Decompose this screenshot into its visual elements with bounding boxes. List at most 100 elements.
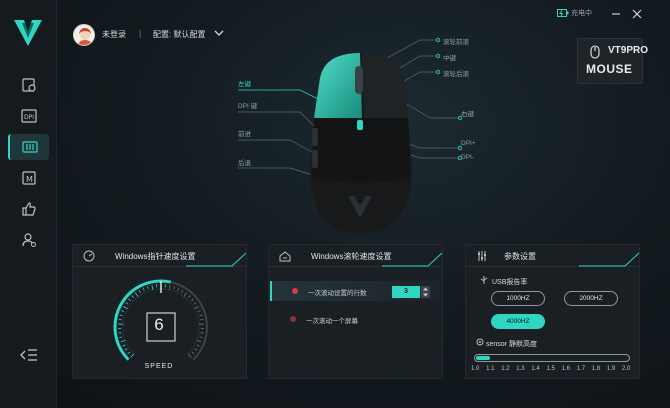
login-status[interactable]: 未登录 (102, 29, 126, 40)
gauge-tick (118, 318, 122, 321)
label-left-key[interactable]: 左键 (238, 78, 251, 88)
svg-text:M: M (26, 175, 33, 184)
sensor-height-label: sensor 静默高度 (486, 341, 537, 348)
sensor-tick-label: 1.6 (561, 366, 570, 372)
pointer-panel-title: Windows指针速度设置 (115, 252, 196, 261)
gauge-tick (200, 318, 204, 321)
gauge-tick (199, 314, 203, 317)
label-dpi-plus[interactable]: DPI+ (461, 140, 476, 147)
settings-page-icon (21, 78, 36, 92)
sidebar: DPI M (0, 0, 57, 408)
pointer-speed-value: 6 (154, 315, 164, 334)
usb-rate-label: USB报告率 (492, 279, 528, 286)
header-separator: | (139, 28, 142, 38)
gauge-tick (168, 284, 171, 290)
label-dpi-minus[interactable]: DPI- (461, 154, 474, 161)
speed-caption: SPEED (144, 363, 174, 370)
label-forward[interactable]: 前进 (238, 128, 251, 138)
sensor-tick-label: 1.8 (591, 366, 601, 372)
sensor-height-slider[interactable] (474, 354, 630, 362)
avatar-icon (78, 28, 92, 45)
sensor-tick-label: 1.2 (501, 366, 510, 372)
rate-button-1000[interactable]: 1000HZ (491, 291, 545, 306)
scroll-option-page[interactable]: 一次滚动一个屏幕 (270, 309, 440, 329)
gauge-tick (191, 351, 195, 355)
sensor-tick-label: 1.9 (606, 366, 616, 372)
radio-on-icon[interactable] (292, 288, 298, 294)
gauge-tick (194, 306, 199, 310)
sidebar-item-dpi[interactable]: DPI (8, 103, 49, 129)
macro-icon: M (21, 171, 36, 185)
params-panel-title: 参数设置 (504, 252, 536, 261)
params-panel-header: 参数设置 (466, 245, 639, 267)
sidebar-item-keys[interactable] (8, 134, 49, 160)
chevron-down-icon[interactable] (214, 29, 224, 37)
charging-icon (557, 9, 569, 17)
gauge-tick (130, 353, 135, 358)
collapse-sidebar-icon[interactable] (20, 348, 38, 362)
header-accent (186, 252, 246, 267)
gauge-tick (142, 287, 145, 291)
gauge-tick (177, 287, 180, 291)
gauge-tick (173, 286, 175, 290)
brand-logo-icon (14, 20, 42, 46)
sensor-tick-label: 1.5 (546, 366, 555, 372)
gauge-tick (199, 336, 203, 339)
gauge-tick (197, 310, 201, 313)
gauge-tick (125, 302, 129, 305)
gauge-tick (183, 292, 188, 297)
gauge-tick (134, 292, 139, 297)
radio-off-icon[interactable] (290, 316, 296, 322)
gauge-tick (190, 298, 194, 302)
avatar[interactable] (73, 24, 95, 46)
battery-status: 充电中 (571, 10, 592, 17)
sidebar-item-settings[interactable] (8, 72, 49, 98)
gauge-tick (120, 339, 126, 343)
sensor-tick-label: 1.1 (486, 366, 495, 372)
gauge-tick (196, 344, 200, 347)
sensor-tick-label: 1.4 (531, 366, 540, 372)
close-icon[interactable] (632, 9, 642, 19)
gauge-tick (147, 286, 149, 290)
scroll-wheel-icon (279, 251, 291, 262)
svg-text:DPI: DPI (24, 114, 34, 121)
gauge-tick (119, 336, 123, 339)
gauge-tick (151, 284, 154, 290)
sidebar-item-macro[interactable]: M (8, 165, 49, 191)
label-middle[interactable]: 中键 (443, 52, 456, 62)
gauge-tick (196, 339, 202, 343)
label-back[interactable]: 后退 (238, 157, 251, 167)
sliders-icon (478, 251, 486, 261)
rate-button-4000[interactable]: 4000HZ (491, 314, 545, 329)
scroll-lines-input[interactable]: 3 (392, 286, 420, 298)
stepper-arrows-icon[interactable] (421, 286, 430, 298)
label-scroll-down[interactable]: 滚轮后滚 (443, 68, 469, 78)
model-name: VT9PRO (608, 45, 649, 56)
gauge-tick (187, 295, 191, 298)
sensor-tick-label: 1.0 (471, 366, 480, 372)
gauge-tick (181, 289, 184, 293)
label-right-key[interactable]: 右键 (461, 108, 474, 118)
mouse-icon (590, 45, 600, 59)
gauge-tick (128, 298, 132, 302)
model-type: MOUSE (586, 62, 633, 76)
app-window: DPI M 未登录 | 配置: 默认配置 充电中 VT9PRO MOUSE 左键… (0, 0, 670, 408)
sensor-tick-label: 2.0 (622, 366, 631, 372)
gauge-tick (131, 295, 135, 298)
sensor-height-fill[interactable] (476, 356, 490, 360)
sidebar-item-like[interactable] (8, 196, 49, 222)
gauge-tick (121, 310, 125, 313)
label-dpi-key[interactable]: DPI 键 (238, 100, 257, 110)
gauge-tick (138, 289, 141, 293)
rate-button-2000[interactable]: 2000HZ (564, 291, 618, 306)
minimize-icon[interactable] (611, 9, 621, 19)
key-settings-icon (21, 141, 38, 153)
scroll-option-page-label: 一次滚动一个屏幕 (306, 318, 358, 325)
config-selector[interactable]: 配置: 默认配置 (153, 29, 205, 40)
header-accent (382, 252, 442, 267)
speedometer-icon (83, 250, 95, 262)
thumbs-up-icon (21, 202, 36, 216)
label-scroll-up[interactable]: 滚轮前滚 (443, 36, 469, 46)
sidebar-item-user[interactable] (8, 227, 49, 253)
gauge-tick (187, 353, 192, 358)
